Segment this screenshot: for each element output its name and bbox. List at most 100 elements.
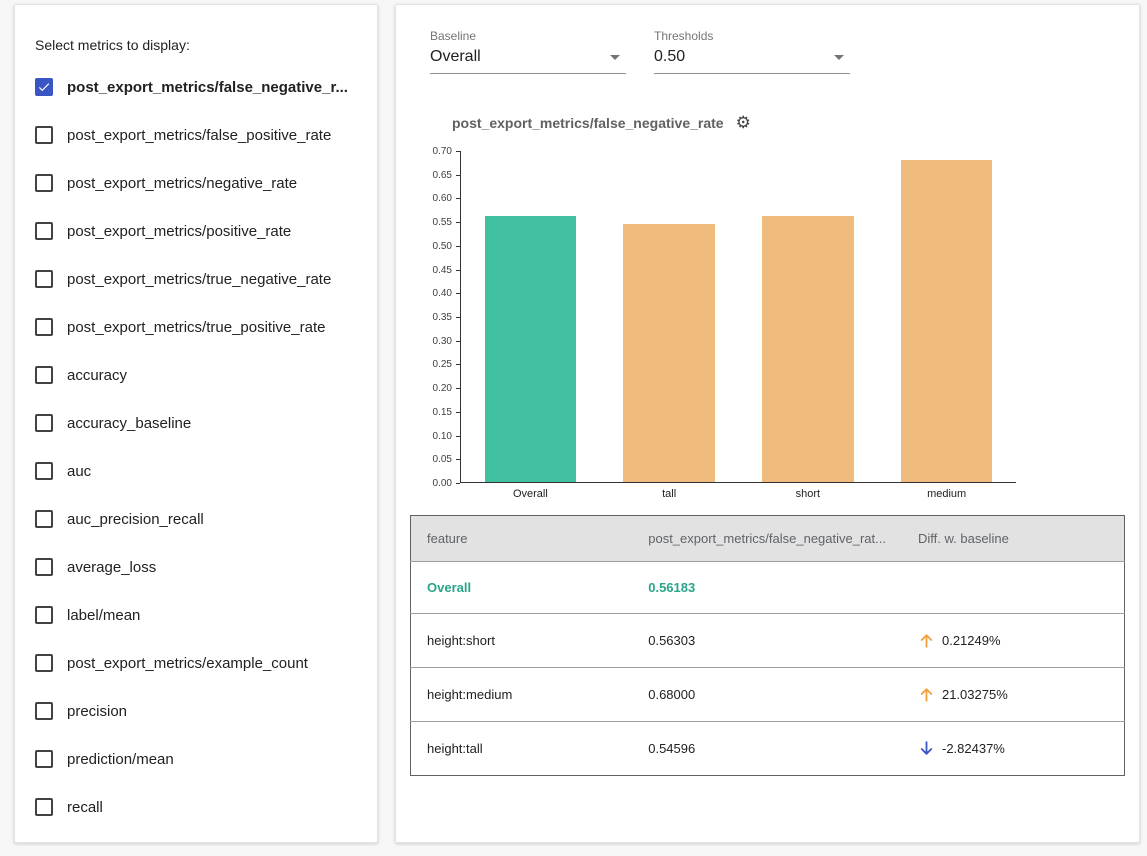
table-row[interactable]: height:short0.563030.21249% <box>411 614 1125 668</box>
y-axis: 0.000.050.100.150.200.250.300.350.400.45… <box>424 151 460 483</box>
checkbox-unchecked-icon[interactable] <box>35 558 53 576</box>
feature-cell: height:medium <box>411 668 633 722</box>
results-panel: Baseline Overall Thresholds 0.50 post_ex… <box>395 4 1140 843</box>
metric-checkbox-item[interactable]: post_export_metrics/true_positive_rate <box>35 303 357 351</box>
checkbox-unchecked-icon[interactable] <box>35 222 53 240</box>
metric-checkbox-item[interactable]: prediction/mean <box>35 735 357 783</box>
metric-checkbox-item[interactable]: recall <box>35 783 357 831</box>
chart-header: post_export_metrics/false_negative_rate … <box>452 114 1125 131</box>
y-tick-label: 0.35 <box>433 312 452 323</box>
checkbox-unchecked-icon[interactable] <box>35 318 53 336</box>
y-tick-label: 0.20 <box>433 383 452 394</box>
up-arrow-icon <box>918 632 935 649</box>
bar-overall[interactable] <box>485 216 577 482</box>
metrics-table: feature post_export_metrics/false_negati… <box>410 515 1125 776</box>
checkbox-unchecked-icon[interactable] <box>35 510 53 528</box>
y-tick-mark <box>456 483 460 484</box>
metric-checkbox-item[interactable]: post_export_metrics/true_negative_rate <box>35 255 357 303</box>
baseline-label: Baseline <box>430 29 626 43</box>
checkbox-unchecked-icon[interactable] <box>35 606 53 624</box>
metric-label: auc_precision_recall <box>67 511 204 528</box>
checkbox-checked-icon[interactable] <box>35 78 53 96</box>
value-cell: 0.68000 <box>632 668 902 722</box>
up-arrow-icon <box>918 686 935 703</box>
diff-cell <box>902 562 1125 614</box>
metric-checkbox-item[interactable]: label/mean <box>35 591 357 639</box>
diff-cell: -2.82437% <box>902 722 1125 776</box>
metric-label: post_export_metrics/true_positive_rate <box>67 319 325 336</box>
metric-label: auc <box>67 463 91 480</box>
metric-label: post_export_metrics/false_positive_rate <box>67 127 331 144</box>
metric-checkbox-item[interactable]: post_export_metrics/false_positive_rate <box>35 111 357 159</box>
thresholds-value: 0.50 <box>654 48 685 66</box>
down-arrow-icon <box>918 740 935 757</box>
bar-chart: 0.000.050.100.150.200.250.300.350.400.45… <box>424 151 1125 483</box>
metric-checkbox-item[interactable]: accuracy_baseline <box>35 399 357 447</box>
bar-short[interactable] <box>762 216 854 482</box>
baseline-value: Overall <box>430 48 481 66</box>
table-header-row: feature post_export_metrics/false_negati… <box>411 516 1125 562</box>
checkbox-unchecked-icon[interactable] <box>35 798 53 816</box>
y-tick-label: 0.30 <box>433 336 452 347</box>
metric-checkbox-item[interactable]: post_export_metrics/example_count <box>35 639 357 687</box>
bar-group: Overall <box>461 151 600 482</box>
table-row[interactable]: height:medium0.6800021.03275% <box>411 668 1125 722</box>
gear-icon[interactable]: ⚙ <box>736 114 751 131</box>
checkbox-unchecked-icon[interactable] <box>35 126 53 144</box>
metric-label: recall <box>67 799 103 816</box>
y-tick-label: 0.65 <box>433 170 452 181</box>
checkbox-unchecked-icon[interactable] <box>35 702 53 720</box>
metric-label: average_loss <box>67 559 156 576</box>
checkbox-unchecked-icon[interactable] <box>35 750 53 768</box>
thresholds-dropdown[interactable]: Thresholds 0.50 <box>654 29 850 74</box>
page: Select metrics to display: post_export_m… <box>0 0 1147 843</box>
table-row[interactable]: height:tall0.54596 -2.82437% <box>411 722 1125 776</box>
metric-checkbox-item[interactable]: average_loss <box>35 543 357 591</box>
y-tick-label: 0.05 <box>433 454 452 465</box>
metric-label: label/mean <box>67 607 140 624</box>
x-axis-label: tall <box>600 488 739 500</box>
metric-label: precision <box>67 703 127 720</box>
baseline-dropdown[interactable]: Baseline Overall <box>430 29 626 74</box>
x-axis-label: medium <box>877 488 1016 500</box>
feature-cell: Overall <box>411 562 633 614</box>
diff-value: -2.82437% <box>942 741 1005 756</box>
metric-checkbox-item[interactable]: post_export_metrics/false_negative_r... <box>35 63 357 111</box>
value-cell: 0.56303 <box>632 614 902 668</box>
checkbox-unchecked-icon[interactable] <box>35 270 53 288</box>
metrics-list: post_export_metrics/false_negative_r...p… <box>35 63 357 831</box>
thresholds-label: Thresholds <box>654 29 850 43</box>
bar-medium[interactable] <box>901 160 993 482</box>
metric-checkbox-item[interactable]: post_export_metrics/negative_rate <box>35 159 357 207</box>
controls-row: Baseline Overall Thresholds 0.50 <box>430 29 1125 74</box>
y-tick-label: 0.40 <box>433 288 452 299</box>
feature-cell: height:tall <box>411 722 633 776</box>
metric-checkbox-item[interactable]: auc <box>35 447 357 495</box>
metric-checkbox-item[interactable]: post_export_metrics/positive_rate <box>35 207 357 255</box>
checkbox-unchecked-icon[interactable] <box>35 174 53 192</box>
y-tick-label: 0.00 <box>433 478 452 489</box>
checkbox-unchecked-icon[interactable] <box>35 462 53 480</box>
table-row[interactable]: Overall0.56183 <box>411 562 1125 614</box>
metric-checkbox-item[interactable]: precision <box>35 687 357 735</box>
value-cell: 0.54596 <box>632 722 902 776</box>
diff-cell: 0.21249% <box>902 614 1125 668</box>
checkbox-unchecked-icon[interactable] <box>35 414 53 432</box>
chevron-down-icon <box>610 55 620 60</box>
chevron-down-icon <box>834 55 844 60</box>
plot-area: Overalltallshortmedium <box>460 151 1016 483</box>
metric-label: post_export_metrics/example_count <box>67 655 308 672</box>
metric-checkbox-item[interactable]: accuracy <box>35 351 357 399</box>
table-header-metric: post_export_metrics/false_negative_rat..… <box>632 516 902 562</box>
bar-tall[interactable] <box>623 224 715 482</box>
metrics-panel: Select metrics to display: post_export_m… <box>14 4 378 843</box>
diff-value: 0.21249% <box>942 633 1001 648</box>
y-tick-label: 0.50 <box>433 241 452 252</box>
chart-title: post_export_metrics/false_negative_rate <box>452 115 724 131</box>
y-tick-label: 0.60 <box>433 193 452 204</box>
x-axis-label: short <box>739 488 878 500</box>
checkbox-unchecked-icon[interactable] <box>35 654 53 672</box>
metric-label: post_export_metrics/true_negative_rate <box>67 271 331 288</box>
checkbox-unchecked-icon[interactable] <box>35 366 53 384</box>
metric-checkbox-item[interactable]: auc_precision_recall <box>35 495 357 543</box>
